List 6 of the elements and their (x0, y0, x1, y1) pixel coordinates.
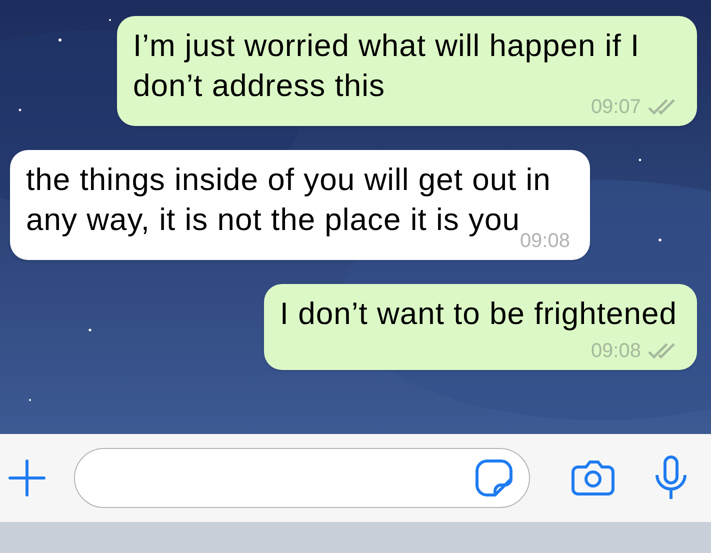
message-time: 09:08 (590, 339, 641, 364)
microphone-icon[interactable] (654, 455, 688, 501)
sticker-icon[interactable] (475, 459, 513, 497)
plus-icon[interactable] (8, 459, 46, 497)
camera-icon[interactable] (570, 459, 616, 497)
message-text: I don’t want to be frightened (280, 295, 677, 333)
